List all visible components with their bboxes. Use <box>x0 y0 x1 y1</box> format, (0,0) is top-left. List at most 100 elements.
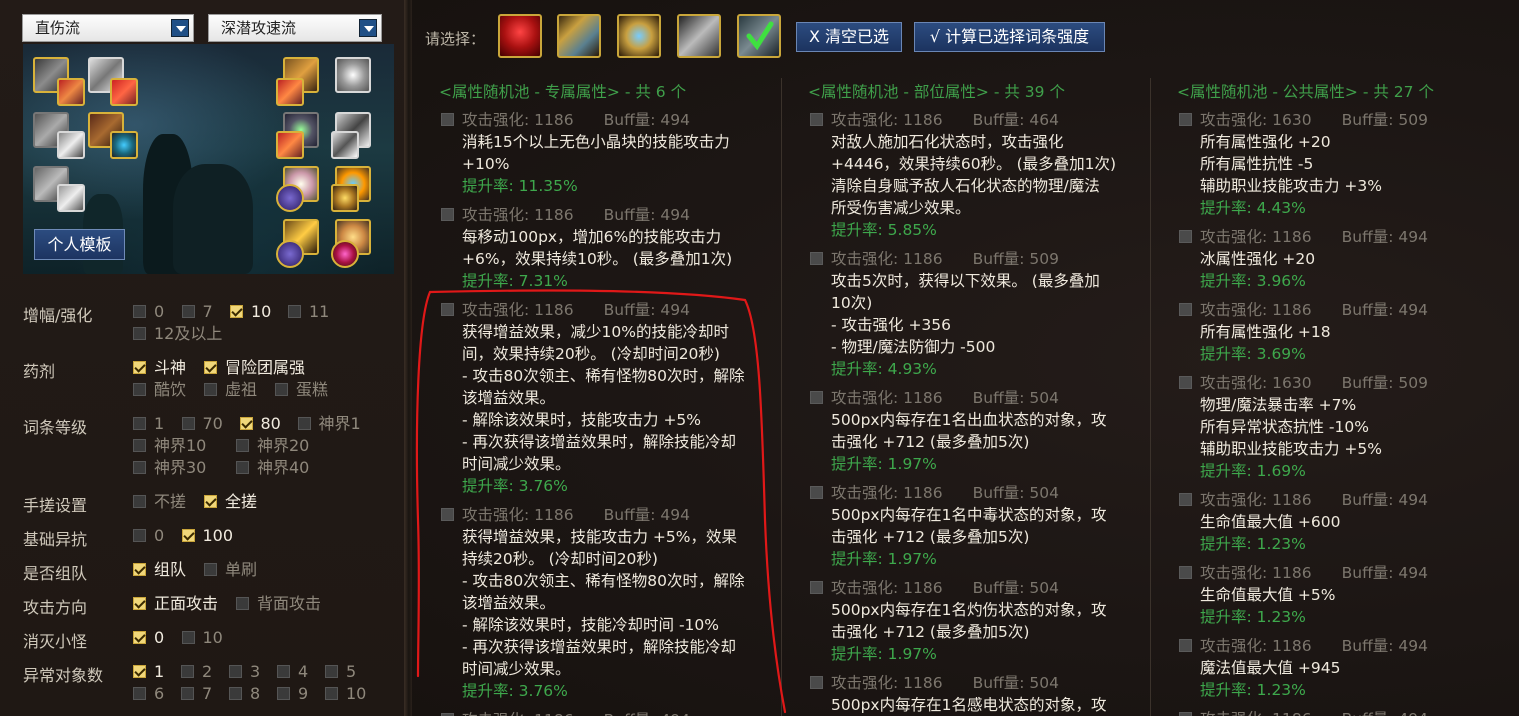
unchecked-box-icon[interactable] <box>133 529 146 542</box>
checked-box-icon[interactable] <box>181 529 195 542</box>
option-checkbox[interactable]: 5 <box>325 662 356 682</box>
option-checkbox[interactable]: 正面攻击 <box>133 594 218 614</box>
unchecked-box-icon[interactable] <box>181 687 194 700</box>
personal-template-button[interactable]: 个人模板 <box>34 229 125 260</box>
entry-checkbox[interactable] <box>1179 230 1192 243</box>
entry-checkbox[interactable] <box>1179 639 1192 652</box>
unchecked-box-icon[interactable] <box>181 631 195 644</box>
option-checkbox[interactable]: 神界30 <box>133 458 206 478</box>
checked-box-icon[interactable] <box>204 495 217 508</box>
checked-box-icon[interactable] <box>133 361 146 374</box>
option-checkbox[interactable]: 不搓 <box>133 492 186 512</box>
helmet-icon[interactable] <box>677 14 721 58</box>
calculate-strength-button[interactable]: √ 计算已选择词条强度 <box>914 22 1105 52</box>
option-checkbox[interactable]: 背面攻击 <box>236 594 321 614</box>
unchecked-box-icon[interactable] <box>133 417 146 430</box>
option-checkbox[interactable]: 1 <box>133 662 164 682</box>
chevron-down-icon[interactable] <box>359 19 377 37</box>
unchecked-box-icon[interactable] <box>277 687 290 700</box>
entry-checkbox[interactable] <box>1179 712 1192 716</box>
option-checkbox[interactable]: 0 <box>133 628 164 648</box>
costume-slot-icon[interactable] <box>331 240 359 268</box>
entry-checkbox[interactable] <box>441 208 454 221</box>
shoulder-armor-icon[interactable] <box>557 14 601 58</box>
unchecked-box-icon[interactable] <box>181 665 194 678</box>
unchecked-box-icon[interactable] <box>181 417 195 430</box>
clear-selection-button[interactable]: X 清空已选 <box>796 22 902 52</box>
option-checkbox[interactable]: 酷饮 <box>133 380 186 400</box>
unchecked-box-icon[interactable] <box>133 383 146 396</box>
option-checkbox[interactable]: 9 <box>277 684 308 704</box>
unchecked-box-icon[interactable] <box>325 687 338 700</box>
option-checkbox[interactable]: 单刷 <box>204 560 257 580</box>
build-select-2[interactable]: 深潜攻速流 <box>208 14 382 42</box>
option-checkbox[interactable]: 12及以上 <box>133 324 222 344</box>
entry-checkbox[interactable] <box>441 113 454 126</box>
option-checkbox[interactable]: 70 <box>181 414 223 434</box>
checked-box-icon[interactable] <box>230 305 243 318</box>
entry-checkbox[interactable] <box>810 391 823 404</box>
entry-checkbox[interactable] <box>1179 303 1192 316</box>
entry-checkbox[interactable] <box>810 252 823 265</box>
orb-2-slot-icon[interactable] <box>276 240 304 268</box>
gem-slot-icon[interactable] <box>110 131 138 159</box>
option-checkbox[interactable]: 6 <box>133 684 164 704</box>
option-checkbox[interactable]: 0 <box>133 526 164 546</box>
option-checkbox[interactable]: 神界1 <box>297 414 361 434</box>
magic-stone-slot-icon[interactable] <box>276 131 304 159</box>
entry-checkbox[interactable] <box>1179 113 1192 126</box>
unchecked-box-icon[interactable] <box>229 665 242 678</box>
option-checkbox[interactable]: 蛋糕 <box>275 380 328 400</box>
pet-equip-slot-icon[interactable] <box>331 184 359 212</box>
unchecked-box-icon[interactable] <box>133 687 146 700</box>
bracelet-icon[interactable] <box>617 14 661 58</box>
unchecked-box-icon[interactable] <box>181 305 195 318</box>
option-checkbox[interactable]: 神界10 <box>133 436 206 456</box>
unchecked-box-icon[interactable] <box>133 439 146 452</box>
option-checkbox[interactable]: 神界20 <box>236 436 309 456</box>
unchecked-box-icon[interactable] <box>236 439 249 452</box>
option-checkbox[interactable]: 冒险团属强 <box>204 358 305 378</box>
option-checkbox[interactable]: 神界40 <box>236 458 309 478</box>
checked-box-icon[interactable] <box>239 417 253 430</box>
option-checkbox[interactable]: 100 <box>181 526 233 546</box>
option-checkbox[interactable]: 0 <box>133 302 164 322</box>
option-checkbox[interactable]: 8 <box>229 684 260 704</box>
build-select-1[interactable]: 直伤流 <box>22 14 194 42</box>
entry-checkbox[interactable] <box>810 676 823 689</box>
checked-box-icon[interactable] <box>133 597 146 610</box>
option-checkbox[interactable]: 4 <box>277 662 308 682</box>
option-checkbox[interactable]: 10 <box>181 628 223 648</box>
unchecked-box-icon[interactable] <box>133 327 146 340</box>
unchecked-box-icon[interactable] <box>133 461 146 474</box>
option-checkbox[interactable]: 80 <box>239 414 281 434</box>
orb-slot-icon[interactable] <box>276 184 304 212</box>
unchecked-box-icon[interactable] <box>297 417 311 430</box>
entry-checkbox[interactable] <box>441 508 454 521</box>
unchecked-box-icon[interactable] <box>204 383 217 396</box>
aura-slot-icon[interactable] <box>57 184 85 212</box>
entry-checkbox[interactable] <box>810 486 823 499</box>
entry-checkbox[interactable] <box>1179 376 1192 389</box>
checked-box-icon[interactable] <box>133 563 146 576</box>
chevron-down-icon[interactable] <box>171 19 189 37</box>
entry-checkbox[interactable] <box>1179 566 1192 579</box>
checked-box-icon[interactable] <box>133 631 146 644</box>
entry-checkbox[interactable] <box>810 581 823 594</box>
unchecked-box-icon[interactable] <box>277 665 290 678</box>
option-checkbox[interactable]: 全搓 <box>204 492 257 512</box>
bracelet-slot-icon[interactable] <box>276 78 304 106</box>
option-checkbox[interactable]: 斗神 <box>133 358 186 378</box>
ring-slot-icon[interactable] <box>335 57 371 93</box>
checked-box-icon[interactable] <box>133 665 146 678</box>
option-checkbox[interactable]: 1 <box>133 414 164 434</box>
top-armor-slot-icon[interactable] <box>110 78 138 106</box>
pants-slot-icon[interactable] <box>57 131 85 159</box>
unchecked-box-icon[interactable] <box>236 461 249 474</box>
unchecked-box-icon[interactable] <box>204 563 217 576</box>
unchecked-box-icon[interactable] <box>133 305 146 318</box>
option-checkbox[interactable]: 10 <box>325 684 366 704</box>
option-checkbox[interactable]: 虚祖 <box>204 380 257 400</box>
option-checkbox[interactable]: 7 <box>181 302 213 322</box>
option-checkbox[interactable]: 2 <box>181 662 212 682</box>
